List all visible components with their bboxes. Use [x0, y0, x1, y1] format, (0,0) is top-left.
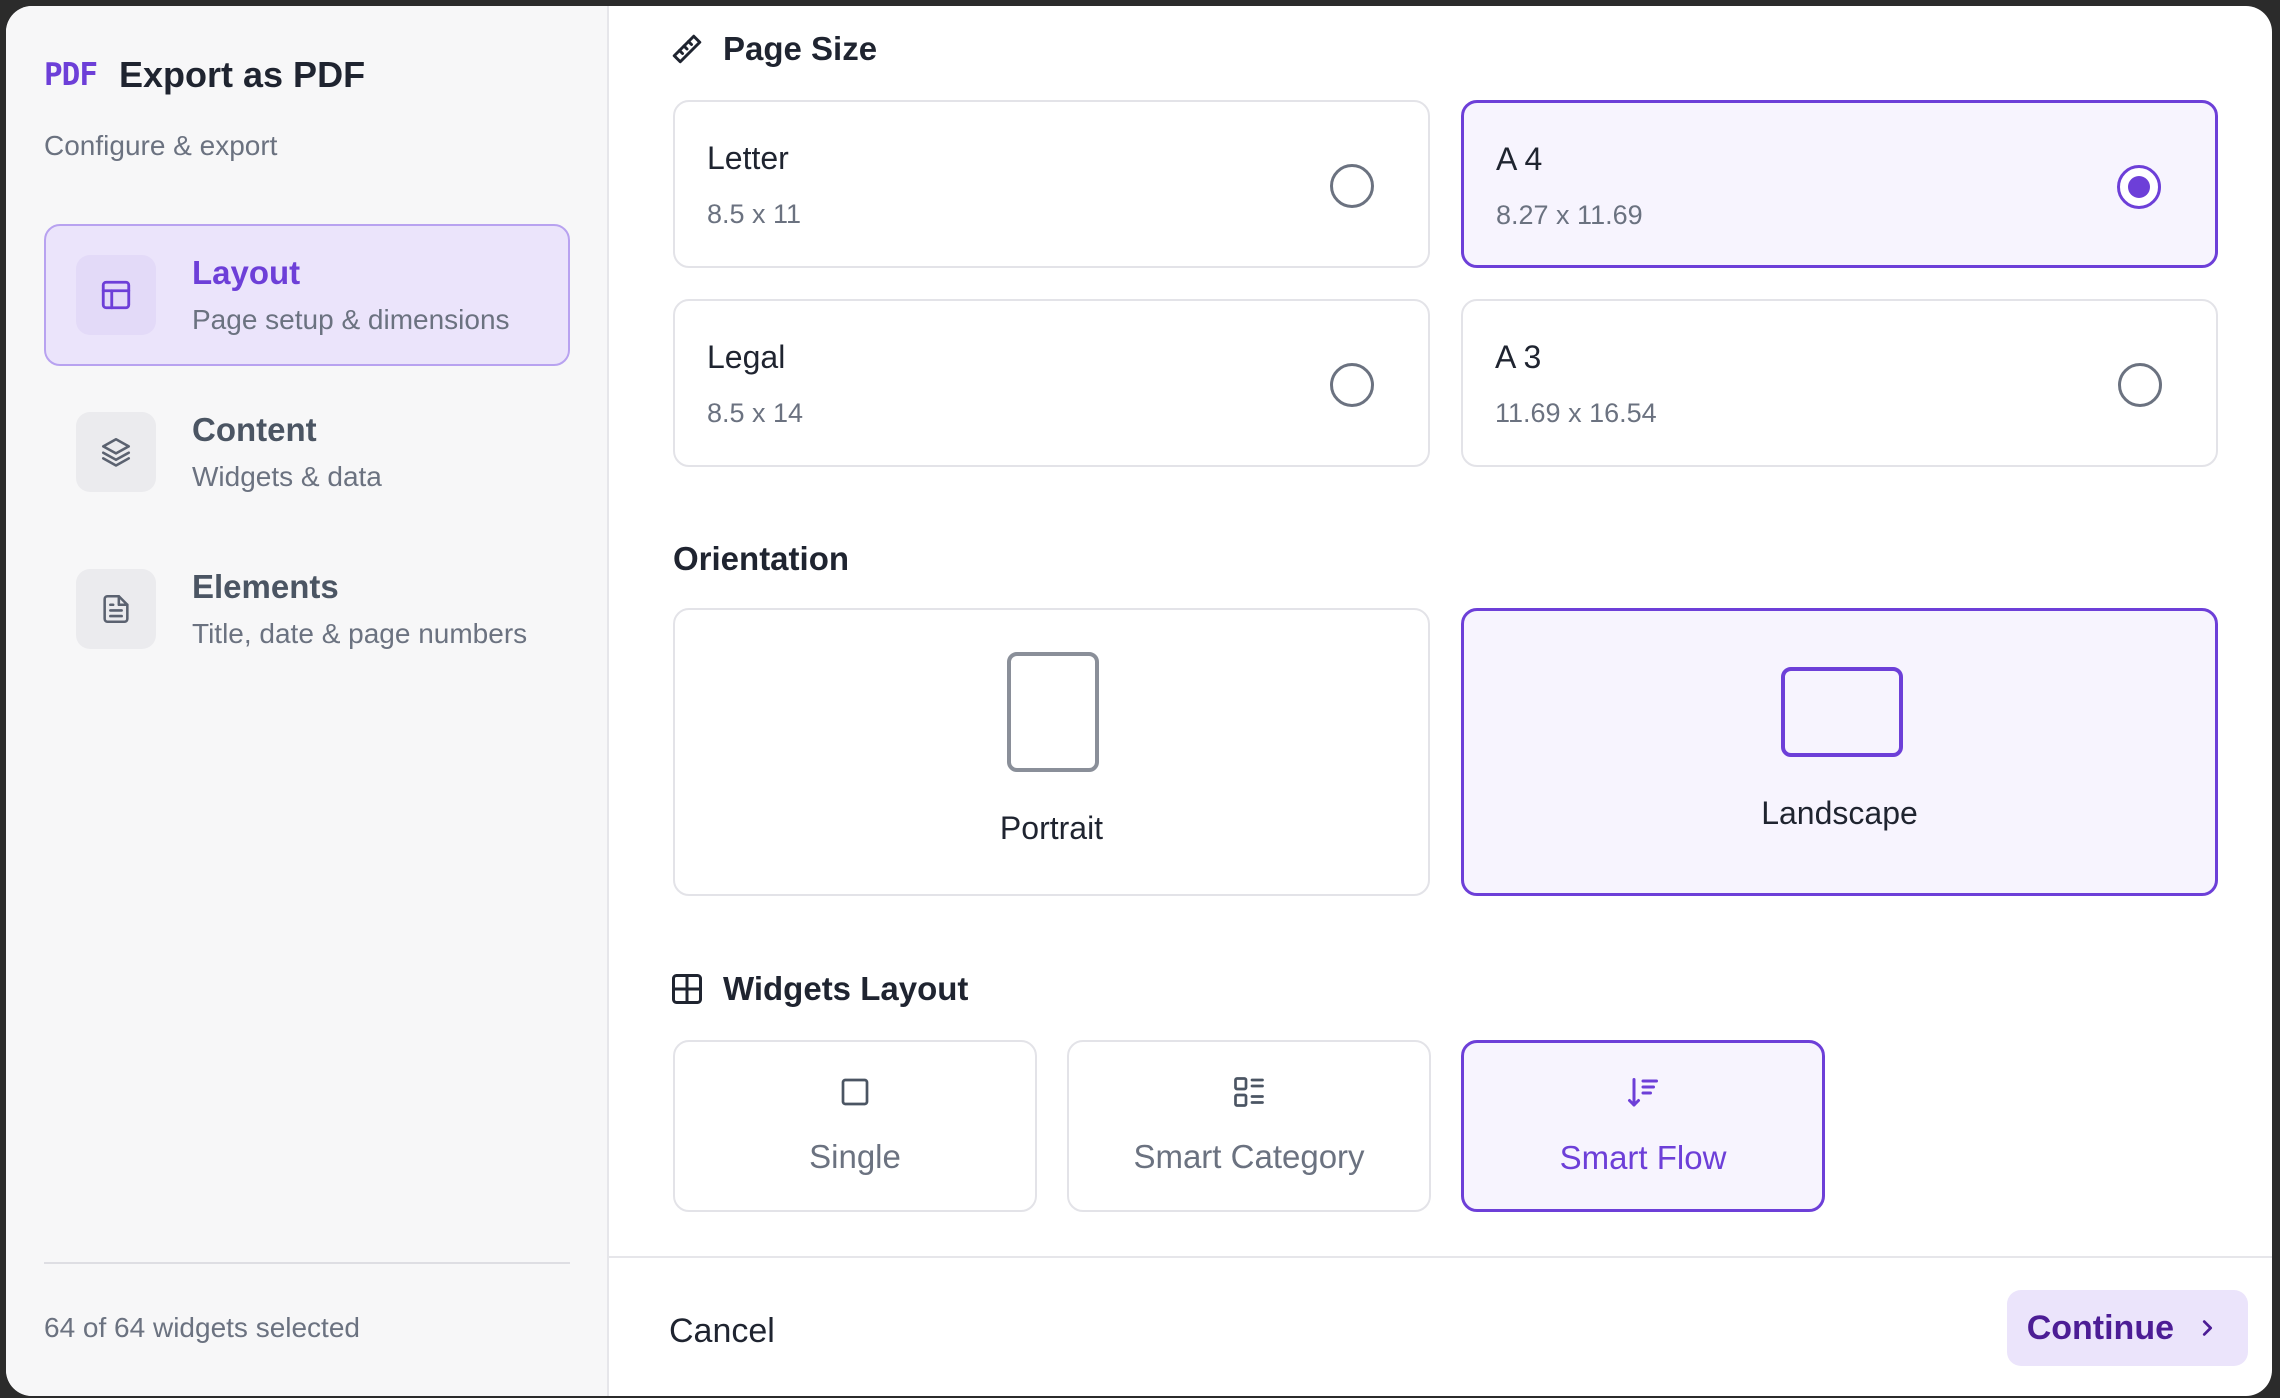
page-size-title: Page Size	[723, 30, 878, 67]
footer-divider	[609, 1256, 2272, 1258]
continue-button[interactable]: Continue	[2006, 1290, 2248, 1366]
page-size-dims: 8.5 x 14	[707, 398, 804, 428]
page-size-option-legal[interactable]: Legal 8.5 x 14	[673, 299, 1430, 467]
orientation-title: Orientation	[673, 540, 850, 577]
page-size-name: A 4	[1496, 141, 1543, 177]
widgets-layout-label: Single	[809, 1138, 901, 1175]
widgets-layout-label: Smart Category	[1133, 1138, 1365, 1175]
sidebar-item-elements[interactable]: Elements Title, date & page numbers	[44, 538, 570, 680]
sidebar-item-layout[interactable]: Layout Page setup & dimensions	[44, 224, 570, 366]
widgets-layout-title: Widgets Layout	[723, 970, 969, 1007]
sidebar-item-label: Elements	[192, 568, 339, 605]
widgets-layout-option-smart-flow[interactable]: Smart Flow	[1461, 1040, 1825, 1212]
orientation-option-portrait[interactable]: Portrait	[673, 608, 1430, 896]
sidebar-item-desc: Page setup & dimensions	[192, 304, 510, 335]
orientation-heading: Orientation	[673, 540, 849, 578]
ruler-icon	[672, 34, 702, 64]
dialog-title: Export as PDF	[119, 54, 366, 95]
widgets-layout-heading: Widgets Layout	[669, 970, 968, 1008]
layers-icon	[76, 412, 156, 492]
landscape-shape-icon	[1781, 667, 1903, 757]
widgets-layout-option-single[interactable]: Single	[673, 1040, 1037, 1212]
page-size-heading: Page Size	[669, 30, 877, 68]
main-panel: Page Size Letter 8.5 x 11 A 4 8.27 x 11.…	[609, 6, 2272, 1396]
radio-button[interactable]	[1330, 363, 1374, 407]
page-size-option-a4[interactable]: A 4 8.27 x 11.69	[1461, 100, 2218, 268]
square-icon	[841, 1078, 869, 1106]
page-size-dims: 8.5 x 11	[707, 199, 802, 229]
portrait-shape-icon	[1007, 652, 1099, 772]
sidebar: PDF Export as PDF Configure & export Lay…	[6, 6, 609, 1396]
orientation-label: Portrait	[999, 810, 1104, 846]
page-size-name: A 3	[1495, 339, 1542, 375]
page-size-name: Legal	[707, 339, 786, 375]
sidebar-divider	[44, 1262, 570, 1264]
brand: PDF Export as PDF	[44, 54, 365, 96]
continue-label: Continue	[2026, 1308, 2174, 1347]
sidebar-item-desc: Title, date & page numbers	[192, 618, 528, 649]
sidebar-item-desc: Widgets & data	[192, 461, 382, 492]
page-size-option-letter[interactable]: Letter 8.5 x 11	[673, 100, 1430, 268]
page-size-option-a3[interactable]: A 3 11.69 x 16.54	[1461, 299, 2218, 467]
pdf-logo: PDF	[44, 57, 98, 93]
grid-icon	[672, 974, 702, 1004]
cancel-button[interactable]: Cancel	[669, 1312, 775, 1351]
radio-button-selected[interactable]	[2117, 165, 2161, 209]
category-list-icon	[1234, 1077, 1264, 1107]
widgets-selected-count: 64 of 64 widgets selected	[44, 1312, 360, 1343]
sidebar-item-content[interactable]: Content Widgets & data	[44, 381, 570, 523]
layout-icon	[76, 255, 156, 335]
widgets-layout-option-smart-category[interactable]: Smart Category	[1067, 1040, 1431, 1212]
widgets-layout-label: Smart Flow	[1559, 1139, 1727, 1176]
export-pdf-dialog: PDF Export as PDF Configure & export Lay…	[6, 6, 2272, 1396]
page-size-dims: 8.27 x 11.69	[1496, 200, 1643, 230]
sidebar-item-label: Layout	[192, 254, 301, 291]
radio-button[interactable]	[2118, 363, 2162, 407]
page-size-name: Letter	[707, 140, 789, 176]
sidebar-item-label: Content	[192, 411, 317, 448]
chevron-right-icon	[2202, 1320, 2213, 1336]
orientation-option-landscape[interactable]: Landscape	[1461, 608, 2218, 896]
sidebar-nav: Layout Page setup & dimensions Content W…	[44, 224, 570, 695]
orientation-label: Landscape	[1761, 795, 1918, 831]
page-size-dims: 11.69 x 16.54	[1495, 398, 1657, 428]
dialog-subtitle: Configure & export	[44, 130, 278, 161]
document-icon	[76, 569, 156, 649]
sort-flow-icon	[1628, 1078, 1658, 1107]
radio-button[interactable]	[1330, 164, 1374, 208]
